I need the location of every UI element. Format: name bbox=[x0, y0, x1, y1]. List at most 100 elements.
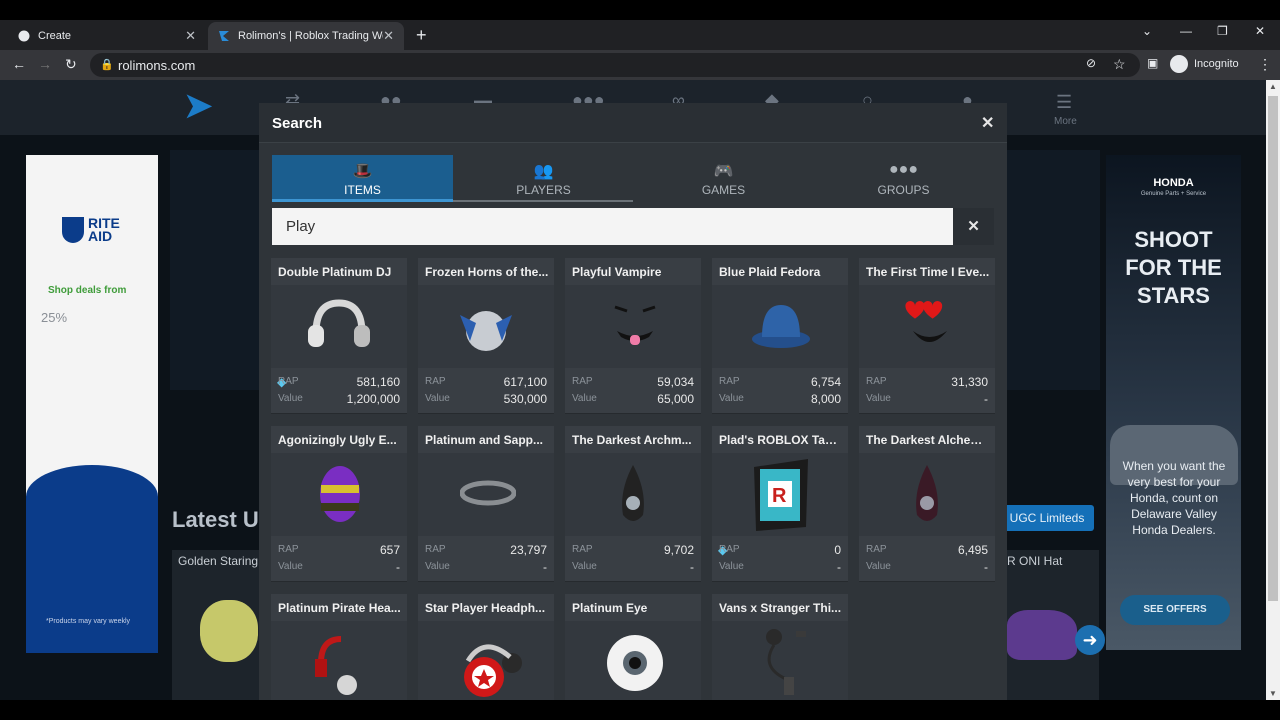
close-icon[interactable]: ✕ bbox=[981, 113, 994, 133]
close-tab-icon[interactable]: ✕ bbox=[185, 28, 196, 44]
new-tab-icon[interactable]: + bbox=[416, 25, 427, 46]
menu-kebab-icon[interactable]: ⋮ bbox=[1258, 56, 1272, 73]
tab-players[interactable]: 👥 PLAYERS bbox=[453, 155, 634, 202]
rap-row: RAP 6,495 bbox=[866, 543, 988, 557]
rap-label: RAP bbox=[278, 544, 299, 555]
item-name: Star Player Headph... bbox=[425, 601, 546, 615]
scroll-up-icon[interactable]: ▲ bbox=[1269, 82, 1277, 91]
item-name: Platinum Pirate Hea... bbox=[278, 601, 401, 615]
result-card[interactable]: Plad's ROBLOX Tablet R ◆ RAP 0 Value - bbox=[712, 426, 848, 581]
browser-tab-create[interactable]: Create ✕ bbox=[8, 22, 206, 50]
incognito-profile[interactable]: Incognito bbox=[1170, 53, 1239, 75]
scroll-down-icon[interactable]: ▼ bbox=[1269, 689, 1277, 698]
tab-search-icon[interactable]: ⌄ bbox=[1142, 24, 1152, 38]
result-card[interactable]: Frozen Horns of the... RAP 617,100 Value 530… bbox=[418, 258, 554, 413]
value-value: 8,000 bbox=[810, 392, 841, 406]
tab-groups[interactable]: ●●● GROUPS bbox=[813, 155, 994, 202]
rap-value: 59,034 bbox=[657, 375, 694, 389]
tab-label: PLAYERS bbox=[516, 183, 571, 197]
eye-off-icon[interactable]: ⊘ bbox=[1086, 56, 1096, 70]
rap-label: RAP bbox=[866, 544, 887, 555]
value-value: 530,000 bbox=[503, 392, 547, 406]
clear-search-icon[interactable]: ✕ bbox=[953, 208, 994, 245]
result-card[interactable]: Platinum and Sapp... RAP 23,797 Value - bbox=[418, 426, 554, 581]
tab-title: Rolimon's | Roblox Trading Webs bbox=[238, 30, 383, 42]
rap-row: RAP 59,034 bbox=[572, 375, 694, 389]
rap-label: RAP bbox=[278, 376, 299, 387]
tab-items[interactable]: 🎩 ITEMS bbox=[272, 155, 453, 202]
see-offers-button[interactable]: SEE OFFERS bbox=[1120, 595, 1230, 625]
item-name: Platinum and Sapp... bbox=[425, 433, 544, 447]
value-label: Value bbox=[719, 561, 744, 572]
result-card[interactable]: The Darkest Alchem... RAP 6,495 Value - bbox=[859, 426, 995, 581]
item-thumbnail bbox=[418, 453, 554, 536]
rap-row: RAP 0 bbox=[719, 543, 841, 557]
item-name: Playful Vampire bbox=[572, 265, 662, 279]
ad-fine-print: *Products may vary weekly bbox=[46, 618, 131, 625]
close-window-icon[interactable]: ✕ bbox=[1255, 24, 1265, 38]
rap-value: 617,100 bbox=[503, 375, 547, 389]
result-card[interactable]: The First Time I Eve... RAP 31,330 Value - bbox=[859, 258, 995, 413]
value-row: Value - bbox=[278, 560, 400, 574]
incognito-label: Incognito bbox=[1194, 58, 1239, 70]
result-card[interactable]: The Darkest Archm... RAP 9,702 Value - bbox=[565, 426, 701, 581]
rap-value: 9,702 bbox=[663, 543, 694, 557]
result-card[interactable]: Blue Plaid Fedora RAP 6,754 Value 8,000 bbox=[712, 258, 848, 413]
url-text: rolimons.com bbox=[118, 58, 196, 73]
rap-value: 657 bbox=[379, 543, 400, 557]
rap-value: 23,797 bbox=[510, 543, 547, 557]
result-card[interactable]: Platinum Pirate Hea...RAPValue bbox=[271, 594, 407, 700]
rap-label: RAP bbox=[572, 544, 593, 555]
tab-hover-underline bbox=[453, 200, 633, 202]
item-thumbnail: ◆ bbox=[271, 285, 407, 389]
search-input[interactable] bbox=[272, 208, 953, 245]
result-card[interactable]: Platinum EyeRAPValue bbox=[565, 594, 701, 700]
latest-item-card[interactable]: Golden Staring bbox=[172, 550, 262, 700]
rite-aid-logo-icon bbox=[62, 217, 84, 243]
scrollbar-thumb[interactable] bbox=[1268, 96, 1278, 601]
reload-icon[interactable]: ↻ bbox=[65, 56, 77, 73]
rap-row: RAP 6,754 bbox=[719, 375, 841, 389]
top-black-strip bbox=[0, 0, 1280, 20]
left-ad[interactable]: RITE AID Shop deals from 25% *Products ma… bbox=[26, 155, 158, 653]
minimize-icon[interactable]: — bbox=[1180, 24, 1192, 38]
value-row: Value 1,200,000 bbox=[278, 392, 400, 406]
result-card[interactable]: Double Platinum DJ ◆ RAP 581,160 Value 1,200,… bbox=[271, 258, 407, 413]
item-thumbnail bbox=[565, 621, 701, 700]
close-tab-icon[interactable]: ✕ bbox=[383, 28, 394, 44]
value-value: - bbox=[690, 560, 694, 574]
rite-aid-brand: RITE AID bbox=[88, 215, 120, 244]
result-card[interactable]: Vans x Stranger Thi...RAPValue bbox=[712, 594, 848, 700]
next-arrow-icon[interactable]: ➜ bbox=[1075, 625, 1105, 655]
ad-body: When you want the very best for your Hon… bbox=[1122, 459, 1226, 537]
tab-games[interactable]: 🎮 GAMES bbox=[633, 155, 814, 202]
right-ad[interactable]: HONDA Genuine Parts + Service SHOOT FOR … bbox=[1106, 155, 1241, 650]
bookmark-star-icon[interactable]: ☆ bbox=[1113, 56, 1126, 73]
item-name: The Darkest Alchem... bbox=[866, 433, 990, 447]
ugc-limiteds-button[interactable]: UGC Limiteds bbox=[1000, 505, 1094, 531]
address-bar[interactable] bbox=[90, 53, 1140, 77]
rap-row: RAP 657 bbox=[278, 543, 400, 557]
modal-header: Search ✕ bbox=[259, 103, 1007, 143]
rap-label: RAP bbox=[719, 544, 740, 555]
bottom-black-strip bbox=[0, 700, 1280, 720]
result-card[interactable]: Star Player Headph...RAPValue bbox=[418, 594, 554, 700]
forward-icon[interactable]: → bbox=[38, 56, 52, 72]
value-value: - bbox=[984, 392, 988, 406]
value-label: Value bbox=[425, 393, 450, 404]
value-label: Value bbox=[278, 561, 303, 572]
value-row: Value 8,000 bbox=[719, 392, 841, 406]
rap-value: 6,754 bbox=[810, 375, 841, 389]
hamburger-menu-icon[interactable]: ☰ bbox=[1056, 92, 1072, 113]
result-card[interactable]: Agonizingly Ugly E... RAP 657 Value - bbox=[271, 426, 407, 581]
rap-label: RAP bbox=[866, 376, 887, 387]
rolimons-logo-icon[interactable]: ➤ bbox=[184, 86, 213, 126]
rap-label: RAP bbox=[572, 376, 593, 387]
browser-tab-rolimons[interactable]: Rolimon's | Roblox Trading Webs ✕ bbox=[208, 22, 404, 50]
item-hat-icon: 🎩 bbox=[352, 163, 373, 180]
result-card[interactable]: Playful Vampire RAP 59,034 Value 65,000 bbox=[565, 258, 701, 413]
value-row: Value - bbox=[719, 560, 841, 574]
back-icon[interactable]: ← bbox=[12, 56, 26, 72]
side-panel-icon[interactable]: ▣ bbox=[1147, 56, 1158, 70]
maximize-icon[interactable]: ❐ bbox=[1217, 24, 1228, 38]
